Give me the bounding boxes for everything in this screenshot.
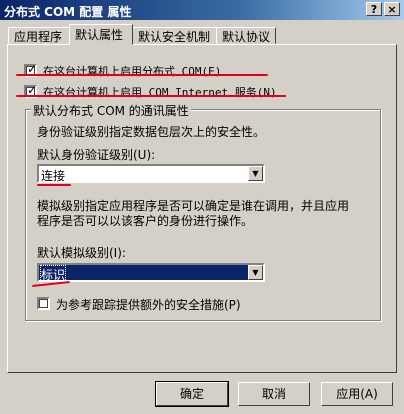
tab-default-properties[interactable]: 默认属性 <box>69 24 133 45</box>
impersonation-level-label: 默认模拟级别(I): <box>37 246 126 260</box>
impersonation-level-select[interactable]: 标识 ▼ <box>37 263 265 284</box>
ok-button[interactable]: 确定 <box>155 381 229 407</box>
chevron-down-icon[interactable]: ▼ <box>248 166 263 181</box>
enable-dcom-label: 在这台计算机上启用分布式 COM(E) <box>43 65 222 78</box>
tab-default-security[interactable]: 默认安全机制 <box>132 27 217 44</box>
group-title: 默认分布式 COM 的通讯属性 <box>31 102 191 119</box>
impersonation-description-2: 程序是否可以以该客户的身份进行操作。 <box>37 214 254 228</box>
reference-tracking-checkbox[interactable] <box>37 297 50 310</box>
tab-default-protocols[interactable]: 默认协议 <box>216 27 276 44</box>
red-underline-annotation <box>37 184 71 186</box>
reference-tracking-label: 为参考跟踪提供额外的安全措施(P) <box>56 298 241 312</box>
cancel-button[interactable]: 取消 <box>238 382 310 406</box>
chevron-down-icon[interactable]: ▼ <box>248 265 263 280</box>
impersonation-level-value: 标识 <box>39 265 67 284</box>
tab-applications[interactable]: 应用程序 <box>8 27 70 44</box>
auth-level-label: 默认身份验证级别(U): <box>37 148 156 162</box>
title-bar: 分布式 COM 配置 属性 ? × <box>0 0 404 20</box>
auth-level-value: 连接 <box>41 169 66 183</box>
red-underline-annotation <box>16 95 286 97</box>
auth-level-select[interactable]: 连接 ▼ <box>37 164 265 183</box>
selection-highlight <box>39 265 248 280</box>
window-title: 分布式 COM 配置 属性 <box>4 5 132 19</box>
auth-description: 身份验证级别指定数据包层次上的安全性。 <box>37 125 266 139</box>
apply-button[interactable]: 应用(A) <box>321 382 393 406</box>
close-button[interactable]: × <box>384 2 400 16</box>
enable-com-internet-label: 在这台计算机上启用 COM Internet 服务(N) <box>43 86 277 99</box>
help-button[interactable]: ? <box>366 2 382 16</box>
red-underline-annotation <box>16 74 268 76</box>
